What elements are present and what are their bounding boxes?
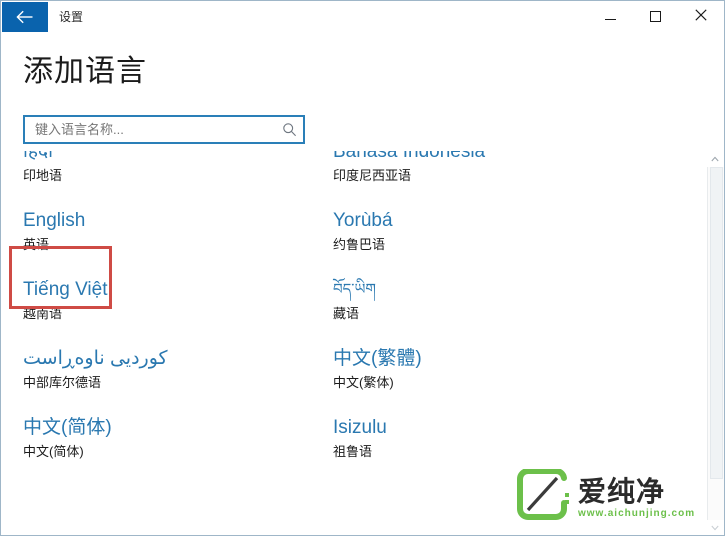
language-chinese-name: 印地语 bbox=[23, 168, 63, 183]
language-native-name: English bbox=[23, 210, 86, 231]
language-chinese-name: 中部库尔德语 bbox=[23, 375, 102, 390]
language-chinese-name: 中文(简体) bbox=[23, 444, 84, 459]
list-item[interactable]: Tiếng Việt 越南语 bbox=[11, 271, 321, 340]
scrollbar-thumb[interactable] bbox=[710, 167, 723, 479]
language-native-name: کوردیی ناوەڕاست bbox=[23, 348, 168, 369]
language-native-name: Yorùbá bbox=[333, 210, 393, 231]
chevron-up-icon[interactable] bbox=[707, 151, 723, 167]
window-title: 设置 bbox=[59, 10, 84, 24]
title-bar: 设置 bbox=[1, 1, 724, 33]
language-chinese-name: 祖鲁语 bbox=[333, 444, 373, 459]
chevron-down-icon[interactable] bbox=[707, 520, 723, 535]
maximize-button[interactable] bbox=[633, 1, 678, 32]
list-item[interactable]: 中文(繁體) 中文(繁体) bbox=[321, 340, 631, 409]
list-item-english[interactable]: English 英语 bbox=[11, 202, 321, 271]
back-button[interactable] bbox=[2, 2, 48, 32]
language-native-name: 中文(简体) bbox=[23, 417, 112, 438]
list-item[interactable]: Yorùbá 约鲁巴语 bbox=[321, 202, 631, 271]
language-list[interactable]: हिंदी 印地语 Bahasa Indonesia 印度尼西亚语 Englis… bbox=[11, 151, 704, 535]
page-title: 添加语言 bbox=[23, 55, 147, 88]
list-item[interactable]: བོད་ཡིག 藏语 bbox=[321, 271, 631, 340]
search-box[interactable] bbox=[23, 115, 305, 144]
scrollbar-track[interactable] bbox=[707, 167, 724, 520]
language-chinese-name: 藏语 bbox=[333, 306, 360, 321]
back-arrow-icon bbox=[15, 10, 35, 24]
language-chinese-name: 英语 bbox=[23, 237, 50, 252]
list-item[interactable]: Isizulu 祖鲁语 bbox=[321, 409, 631, 478]
language-chinese-name: 越南语 bbox=[23, 306, 63, 321]
language-native-name: བོད་ཡིག bbox=[333, 281, 376, 298]
settings-window: 设置 添加语言 键入语言名称... हिंदी 印地语 Bahasa Indon… bbox=[0, 0, 725, 536]
list-item[interactable]: हिंदी 印地语 bbox=[11, 151, 321, 202]
list-item[interactable]: 中文(简体) 中文(简体) bbox=[11, 409, 321, 478]
language-native-name: 中文(繁體) bbox=[333, 348, 422, 369]
list-item[interactable]: کوردیی ناوەڕاست 中部库尔德语 bbox=[11, 340, 321, 409]
vertical-scrollbar[interactable] bbox=[707, 151, 724, 535]
list-item[interactable]: Bahasa Indonesia 印度尼西亚语 bbox=[321, 151, 631, 202]
search-input[interactable] bbox=[25, 117, 275, 142]
language-native-name: Bahasa Indonesia bbox=[333, 151, 486, 162]
language-native-name: हिंदी bbox=[23, 151, 54, 162]
maximize-icon bbox=[650, 11, 661, 22]
language-native-name: Isizulu bbox=[333, 417, 387, 438]
close-icon bbox=[694, 9, 707, 24]
language-chinese-name: 中文(繁体) bbox=[333, 375, 394, 390]
minimize-button[interactable] bbox=[588, 1, 633, 32]
search-icon[interactable] bbox=[275, 117, 303, 142]
language-chinese-name: 印度尼西亚语 bbox=[333, 168, 412, 183]
close-button[interactable] bbox=[678, 1, 723, 32]
minimize-icon bbox=[605, 19, 616, 20]
language-native-name: Tiếng Việt bbox=[23, 279, 108, 300]
language-chinese-name: 约鲁巴语 bbox=[333, 237, 386, 252]
language-grid: हिंदी 印地语 Bahasa Indonesia 印度尼西亚语 Englis… bbox=[11, 151, 704, 478]
